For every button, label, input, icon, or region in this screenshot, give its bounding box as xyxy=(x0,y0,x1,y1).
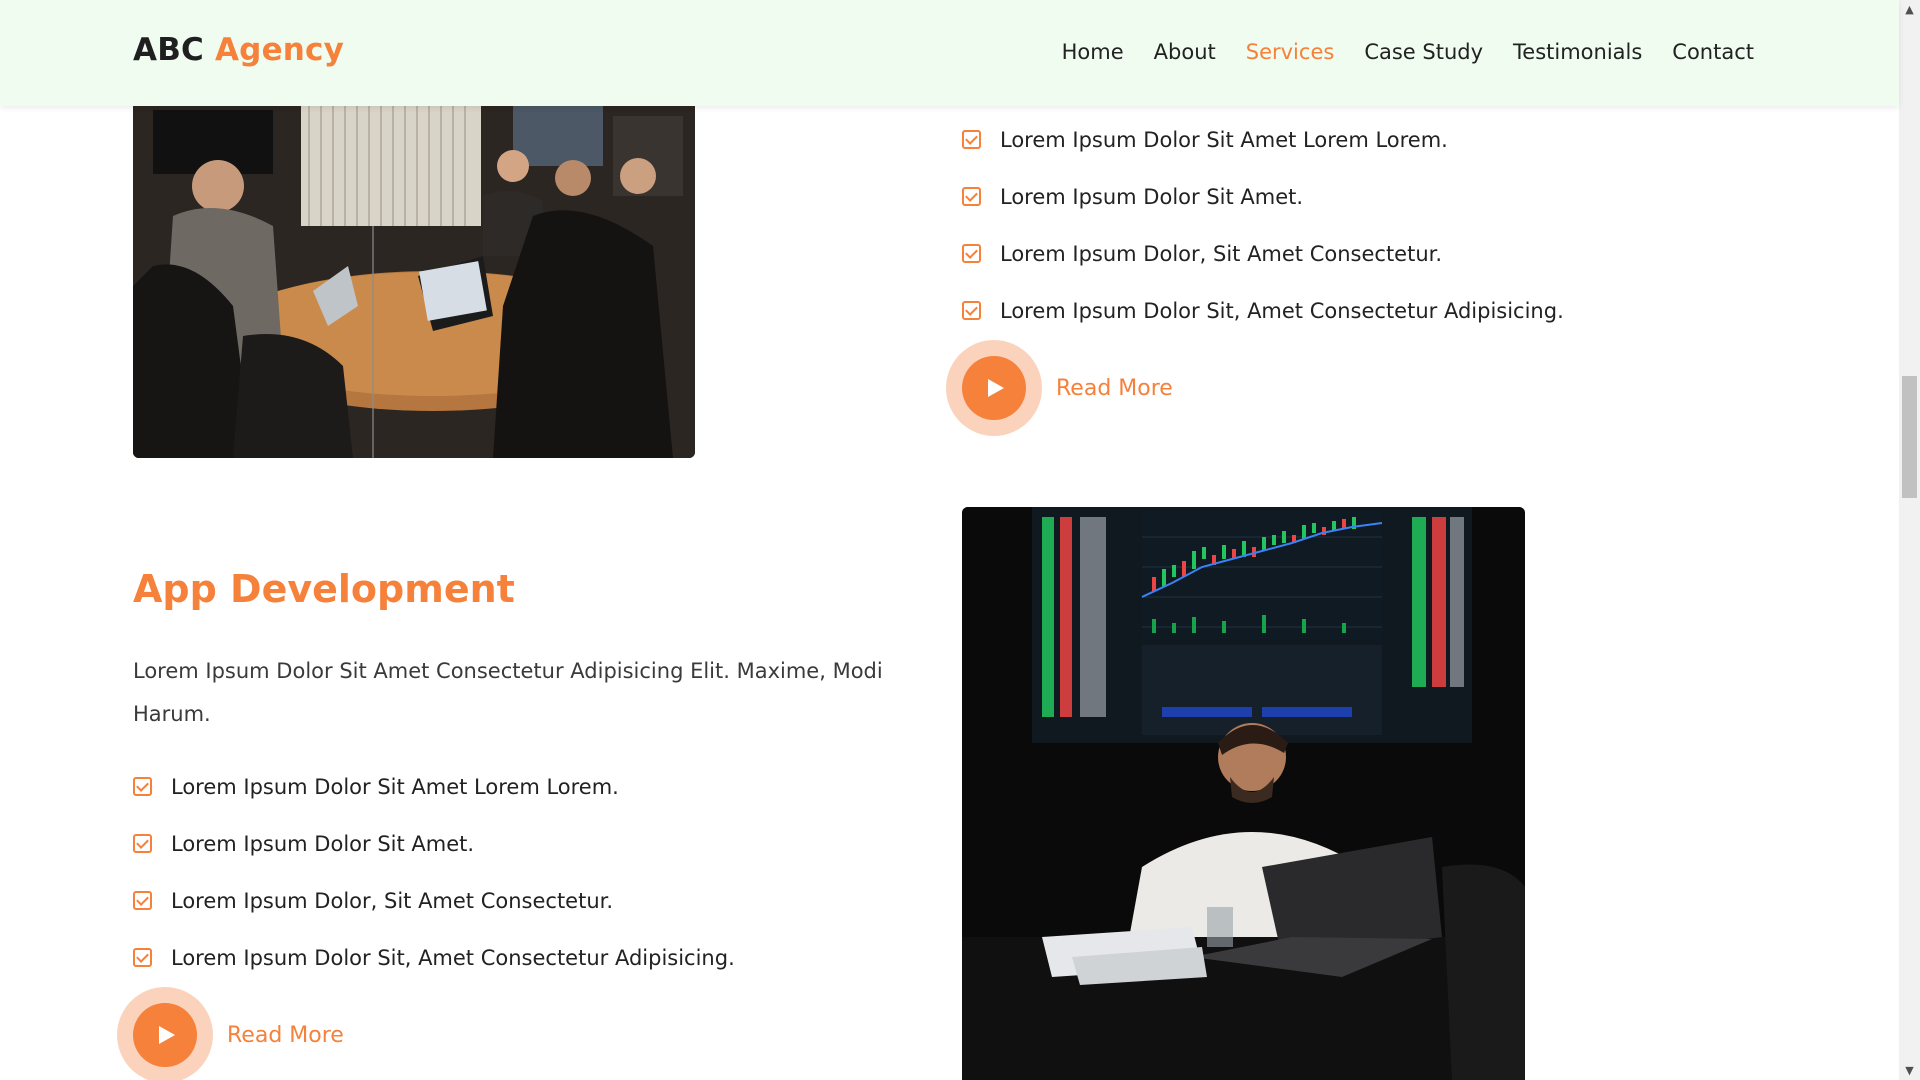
top-service-checklist: Lorem Ipsum Dolor Sit Amet Lorem Lorem. … xyxy=(962,111,1564,339)
read-more-button[interactable]: Read More xyxy=(117,987,344,1080)
section-description: Lorem Ipsum Dolor Sit Amet Consectetur A… xyxy=(133,659,883,726)
list-item: Lorem Ipsum Dolor Sit, Amet Consectetur … xyxy=(962,282,1564,339)
read-more-link[interactable]: Read More xyxy=(1056,376,1173,401)
site-header: ABC Agency Home About Services Case Stud… xyxy=(0,0,1899,106)
nav-about[interactable]: About xyxy=(1154,40,1216,64)
nav-home[interactable]: Home xyxy=(1062,40,1124,64)
nav-contact[interactable]: Contact xyxy=(1672,40,1754,64)
list-item: Lorem Ipsum Dolor, Sit Amet Consectetur. xyxy=(133,872,735,929)
play-icon xyxy=(988,379,1004,397)
list-item-text: Lorem Ipsum Dolor, Sit Amet Consectetur. xyxy=(171,888,614,913)
checkbox-checked-icon xyxy=(962,301,981,320)
scrollbar-thumb[interactable] xyxy=(1902,376,1917,498)
checkbox-checked-icon xyxy=(962,130,981,149)
list-item: Lorem Ipsum Dolor Sit, Amet Consectetur … xyxy=(133,929,735,986)
app-development-image xyxy=(962,507,1525,1080)
checkbox-checked-icon xyxy=(133,948,152,967)
list-item: Lorem Ipsum Dolor Sit Amet Lorem Lorem. xyxy=(962,111,1564,168)
list-item-text: Lorem Ipsum Dolor, Sit Amet Consectetur. xyxy=(1000,241,1443,266)
checkbox-checked-icon xyxy=(133,834,152,853)
checkbox-checked-icon xyxy=(962,187,981,206)
list-item-text: Lorem Ipsum Dolor Sit, Amet Consectetur … xyxy=(1000,298,1564,323)
checkbox-checked-icon xyxy=(962,244,981,263)
chevron-up-icon[interactable]: ▲ xyxy=(1903,3,1916,16)
read-more-link[interactable]: Read More xyxy=(227,1023,344,1048)
main-nav: Home About Services Case Study Testimoni… xyxy=(1062,40,1754,64)
list-item: Lorem Ipsum Dolor Sit Amet Lorem Lorem. xyxy=(133,758,735,815)
read-more-button[interactable]: Read More xyxy=(946,340,1173,436)
list-item-text: Lorem Ipsum Dolor Sit Amet Lorem Lorem. xyxy=(171,774,619,799)
play-button[interactable] xyxy=(946,340,1042,436)
play-icon xyxy=(159,1026,175,1044)
scrollbar-track[interactable] xyxy=(1899,0,1920,1080)
logo-primary-text: ABC xyxy=(133,32,204,68)
list-item-text: Lorem Ipsum Dolor Sit Amet Lorem Lorem. xyxy=(1000,127,1448,152)
nav-case-study[interactable]: Case Study xyxy=(1364,40,1483,64)
team-meeting-image xyxy=(133,106,695,458)
list-item: Lorem Ipsum Dolor, Sit Amet Consectetur. xyxy=(962,225,1564,282)
site-logo[interactable]: ABC Agency xyxy=(133,32,344,68)
list-item-text: Lorem Ipsum Dolor Sit, Amet Consectetur … xyxy=(171,945,735,970)
logo-accent-text: Agency xyxy=(214,32,345,68)
section-title: App Development xyxy=(133,567,515,611)
nav-services[interactable]: Services xyxy=(1246,40,1335,64)
play-button[interactable] xyxy=(117,987,213,1080)
list-item-text: Lorem Ipsum Dolor Sit Amet. xyxy=(1000,184,1304,209)
nav-testimonials[interactable]: Testimonials xyxy=(1513,40,1642,64)
checkbox-checked-icon xyxy=(133,891,152,910)
chevron-down-icon[interactable]: ▼ xyxy=(1903,1064,1916,1077)
list-item: Lorem Ipsum Dolor Sit Amet. xyxy=(962,168,1564,225)
app-development-checklist: Lorem Ipsum Dolor Sit Amet Lorem Lorem. … xyxy=(133,758,735,986)
list-item-text: Lorem Ipsum Dolor Sit Amet. xyxy=(171,831,475,856)
checkbox-checked-icon xyxy=(133,777,152,796)
list-item: Lorem Ipsum Dolor Sit Amet. xyxy=(133,815,735,872)
